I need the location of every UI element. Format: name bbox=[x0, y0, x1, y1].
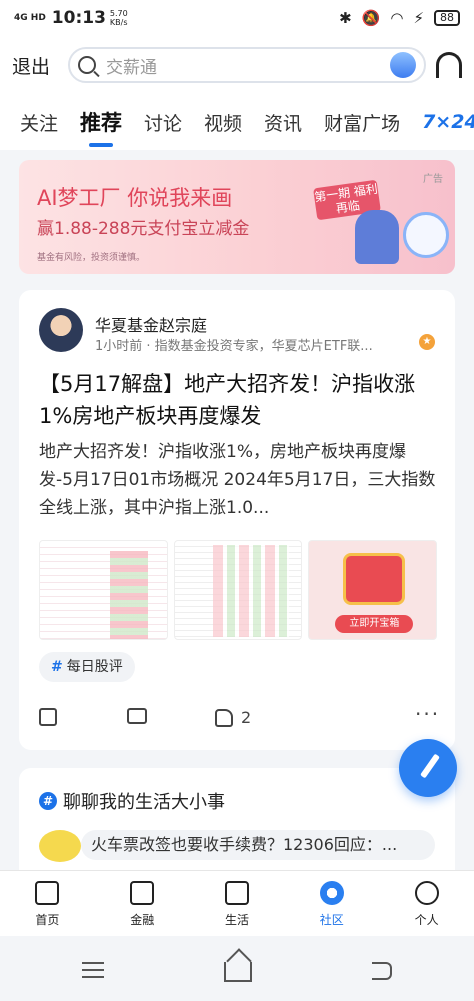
post-images: 立即开宝箱 bbox=[39, 540, 438, 640]
speed-value: 5.70 bbox=[109, 9, 128, 18]
tab-wealth-square[interactable]: 财富广场 bbox=[324, 109, 400, 136]
system-nav-bar bbox=[0, 936, 474, 1001]
tag-label: 每日股评 bbox=[66, 659, 123, 675]
profile-icon bbox=[414, 881, 439, 905]
author-avatar[interactable] bbox=[39, 308, 83, 352]
post-image-promo[interactable]: 立即开宝箱 bbox=[308, 540, 438, 640]
robot-icon bbox=[403, 212, 449, 258]
clock: 10:13 bbox=[51, 8, 106, 28]
tab-video[interactable]: 视频 bbox=[204, 109, 242, 136]
home-icon bbox=[35, 881, 60, 905]
hashtag-icon: # bbox=[51, 659, 63, 675]
topic-card[interactable]: # 聊聊我的生活大小事 火车票改签也要收手续费？12306回应：... bbox=[19, 768, 455, 878]
exit-button[interactable]: 退出 bbox=[12, 52, 62, 79]
topic-hashtag-icon: # bbox=[39, 792, 57, 810]
mute-icon: 🔕 bbox=[361, 9, 381, 27]
nav-label: 首页 bbox=[35, 913, 60, 927]
ad-banner[interactable]: AI梦工厂 你说我来画 赢1.88-288元支付宝立减金 基金有风险，投资须谨慎… bbox=[19, 160, 455, 274]
nav-home[interactable]: 首页 bbox=[0, 871, 95, 936]
network-speed: 5.70 KB/s bbox=[110, 9, 128, 27]
bottom-nav: 首页 金融 生活 社区 个人 bbox=[0, 870, 474, 936]
verified-badge-icon: ★ bbox=[419, 334, 435, 350]
nav-label: 社区 bbox=[319, 913, 344, 927]
banner-headline: AI梦工厂 你说我来画 bbox=[37, 186, 233, 210]
share-icon bbox=[39, 708, 57, 726]
content-tabs: 关注 推荐 讨论 视频 资讯 财富广场 7×24 bbox=[0, 94, 474, 150]
network-indicator: 4G HD bbox=[14, 13, 46, 23]
back-icon[interactable] bbox=[372, 962, 392, 980]
tab-news[interactable]: 资讯 bbox=[264, 109, 302, 136]
status-bar: 4G HD 10:13 5.70 KB/s ✱ 🔕 ◠ ⚡ 88 bbox=[0, 0, 474, 36]
treasure-chest-icon bbox=[343, 553, 406, 605]
more-options-icon[interactable]: ··· bbox=[415, 702, 440, 726]
nav-community[interactable]: 社区 bbox=[284, 871, 379, 936]
system-home-icon[interactable] bbox=[224, 962, 252, 982]
comment-icon bbox=[127, 708, 147, 724]
top-bar: 退出 交薪通 bbox=[0, 36, 474, 94]
post-summary[interactable]: 地产大招齐发！沪指收涨1%，房地产板块再度爆发-5月17日01市场概况 2024… bbox=[39, 438, 439, 526]
post-actions: 2 ··· bbox=[19, 702, 455, 734]
nav-label: 生活 bbox=[224, 913, 249, 927]
community-icon bbox=[319, 881, 344, 905]
ad-label: 广告 bbox=[423, 174, 443, 185]
wifi-icon: ◠ bbox=[390, 9, 404, 27]
post-image-table-2[interactable] bbox=[173, 540, 303, 640]
banner-subline: 赢1.88-288元支付宝立减金 bbox=[37, 219, 250, 239]
customer-service-icon[interactable] bbox=[436, 52, 462, 78]
author-name[interactable]: 华夏基金赵宗庭 bbox=[95, 312, 207, 336]
nav-label: 个人 bbox=[414, 913, 439, 927]
search-input[interactable]: 交薪通 bbox=[68, 47, 426, 83]
post-tag[interactable]: # 每日股评 bbox=[39, 652, 135, 682]
bluetooth-icon: ✱ bbox=[339, 9, 352, 27]
nav-label: 金融 bbox=[130, 913, 155, 927]
post-card[interactable]: 华夏基金赵宗庭 1小时前 · 指数基金投资专家，华夏芯片ETF联... ★ 【5… bbox=[19, 290, 455, 750]
tab-recommend[interactable]: 推荐 bbox=[80, 107, 122, 147]
post-image-table-1[interactable] bbox=[39, 540, 168, 640]
battery-icon: 88 bbox=[434, 10, 460, 26]
post-title[interactable]: 【5月17解盘】地产大招齐发！沪指收涨1%房地产板块再度爆发 bbox=[39, 368, 439, 432]
tab-7x24[interactable]: 7×24 bbox=[422, 111, 474, 133]
speed-unit: KB/s bbox=[109, 18, 128, 27]
menu-icon[interactable] bbox=[82, 962, 104, 978]
banner-disclaimer: 基金有风险，投资须谨慎。 bbox=[37, 253, 146, 263]
voice-search-icon[interactable] bbox=[390, 52, 416, 78]
nav-profile[interactable]: 个人 bbox=[379, 871, 474, 936]
charging-icon: ⚡ bbox=[413, 9, 424, 27]
search-icon bbox=[78, 56, 96, 74]
tab-follow[interactable]: 关注 bbox=[20, 109, 58, 136]
topic-avatar bbox=[39, 830, 81, 862]
post-meta: 1小时前 · 指数基金投资专家，华夏芯片ETF联... bbox=[95, 339, 373, 354]
thumbs-up-icon bbox=[215, 708, 233, 727]
finance-icon bbox=[130, 881, 155, 905]
tab-discussion[interactable]: 讨论 bbox=[144, 109, 182, 136]
topic-comment-bubble[interactable]: 火车票改签也要收手续费？12306回应：... bbox=[81, 830, 435, 860]
like-count: 2 bbox=[241, 708, 252, 727]
promo-button: 立即开宝箱 bbox=[335, 615, 414, 633]
shopping-bag-icon bbox=[224, 881, 249, 905]
comment-button[interactable] bbox=[127, 708, 147, 724]
banner-illustration bbox=[355, 210, 399, 264]
compose-button[interactable] bbox=[399, 739, 457, 797]
share-button[interactable] bbox=[39, 708, 57, 726]
search-placeholder: 交薪通 bbox=[106, 57, 157, 78]
like-button[interactable]: 2 bbox=[215, 708, 251, 727]
topic-title[interactable]: 聊聊我的生活大小事 bbox=[63, 788, 225, 814]
nav-finance[interactable]: 金融 bbox=[95, 871, 190, 936]
nav-life[interactable]: 生活 bbox=[190, 871, 285, 936]
